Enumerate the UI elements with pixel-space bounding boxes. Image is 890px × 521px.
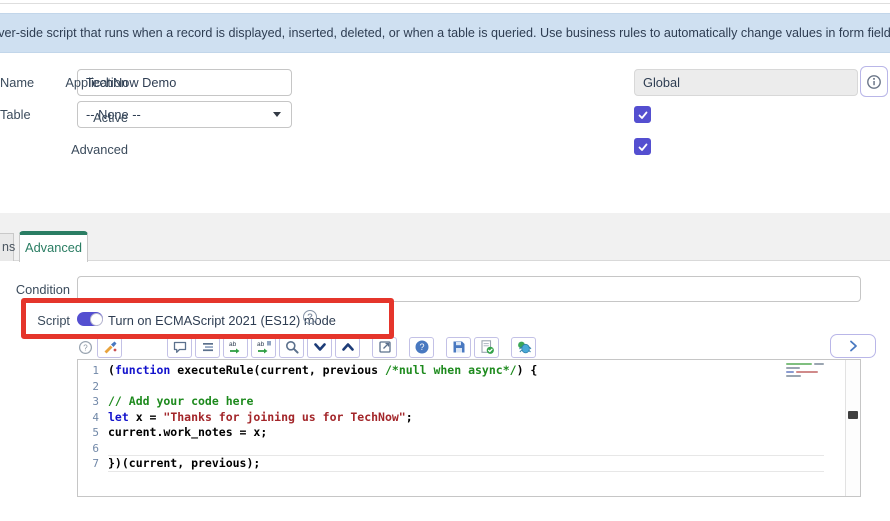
tab-strip xyxy=(0,213,890,261)
line-number: 4 xyxy=(92,410,99,424)
open-in-new-window-icon[interactable] xyxy=(372,336,397,358)
application-label: Application xyxy=(65,75,128,90)
syntax-check-icon[interactable] xyxy=(474,336,499,358)
code-line[interactable]: 5 current.work_notes = x; xyxy=(78,425,846,441)
format-code-icon[interactable] xyxy=(97,336,122,358)
line-number: 3 xyxy=(92,395,99,408)
line-text: // Add your code here xyxy=(108,394,254,408)
replace-icon[interactable]: ab xyxy=(223,336,248,358)
line-text xyxy=(108,379,824,395)
condition-label: Condition xyxy=(15,282,70,297)
line-text: current.work_notes = x; xyxy=(108,425,268,439)
code-line[interactable]: 6 xyxy=(78,441,846,456)
find-previous-icon[interactable] xyxy=(335,336,360,358)
line-text xyxy=(108,441,824,456)
code-line[interactable]: 4 let x = "Thanks for joining us for Tech… xyxy=(78,410,846,426)
line-text: })(current, previous); xyxy=(108,456,824,472)
advanced-checkbox[interactable] xyxy=(634,138,651,155)
line-number: 7 xyxy=(92,457,99,470)
minimap xyxy=(786,363,836,379)
script-editor[interactable]: 1 (function executeRule(current, previous… xyxy=(77,359,861,497)
chevron-right-icon xyxy=(846,339,860,353)
line-number: 5 xyxy=(92,426,99,439)
editor-scrollbar-thumb[interactable] xyxy=(848,411,858,419)
line-text: (function executeRule(current, previous … xyxy=(108,363,538,377)
advanced-label: Advanced xyxy=(71,142,128,157)
checkmark-icon xyxy=(637,141,649,153)
expand-editor-button[interactable] xyxy=(830,334,876,358)
script-label: Script xyxy=(37,313,70,328)
line-number: 6 xyxy=(92,441,99,455)
top-divider xyxy=(0,3,890,4)
code-line[interactable]: 7 })(current, previous); xyxy=(78,456,846,472)
svg-text:ab: ab xyxy=(257,341,265,348)
line-number: 2 xyxy=(92,379,99,393)
editor-toolbar: ? ab ab? xyxy=(77,336,539,358)
line-number: 1 xyxy=(92,364,99,377)
code-line[interactable]: 2 xyxy=(78,379,846,395)
code-lines: 1 (function executeRule(current, previous… xyxy=(78,363,846,472)
info-banner: rver-side script that runs when a record… xyxy=(0,13,890,53)
code-line[interactable]: 1 (function executeRule(current, previous… xyxy=(78,363,846,379)
help-icon[interactable]: ? xyxy=(303,310,317,324)
tab-partial[interactable]: ns xyxy=(0,233,15,261)
info-banner-text: rver-side script that runs when a record… xyxy=(0,26,890,40)
toggle-comment-icon[interactable] xyxy=(167,336,192,358)
editor-scrollbar[interactable] xyxy=(845,360,860,496)
line-text: let x = "Thanks for joining us for TechN… xyxy=(108,409,413,424)
svg-text:ab: ab xyxy=(229,341,237,348)
format-lines-icon[interactable] xyxy=(195,336,220,358)
es12-mode-toggle[interactable] xyxy=(77,312,103,326)
editor-help-icon[interactable]: ? xyxy=(77,337,93,358)
application-field-wrap xyxy=(634,69,858,96)
svg-text:?: ? xyxy=(419,342,424,352)
toggle-knob xyxy=(90,312,103,326)
script-debugger-icon[interactable] xyxy=(511,336,536,358)
tab-advanced[interactable]: Advanced xyxy=(19,231,88,262)
api-help-icon[interactable]: ? xyxy=(409,336,434,358)
application-input[interactable] xyxy=(634,69,858,96)
replace-all-icon[interactable]: ab xyxy=(251,336,276,358)
find-next-icon[interactable] xyxy=(307,336,332,358)
active-label: Active xyxy=(93,110,128,125)
active-checkbox[interactable] xyxy=(634,106,651,123)
checkmark-icon xyxy=(637,109,649,121)
application-info-button[interactable] xyxy=(860,66,888,97)
es12-toggle-label: Turn on ECMAScript 2021 (ES12) mode xyxy=(108,313,336,328)
svg-text:?: ? xyxy=(83,343,88,352)
save-icon[interactable] xyxy=(446,336,471,358)
search-icon[interactable] xyxy=(279,336,304,358)
info-icon xyxy=(866,74,882,90)
chevron-down-icon xyxy=(273,112,281,117)
code-line[interactable]: 3 // Add your code here xyxy=(78,394,846,410)
business-rule-form: rver-side script that runs when a record… xyxy=(0,0,890,521)
